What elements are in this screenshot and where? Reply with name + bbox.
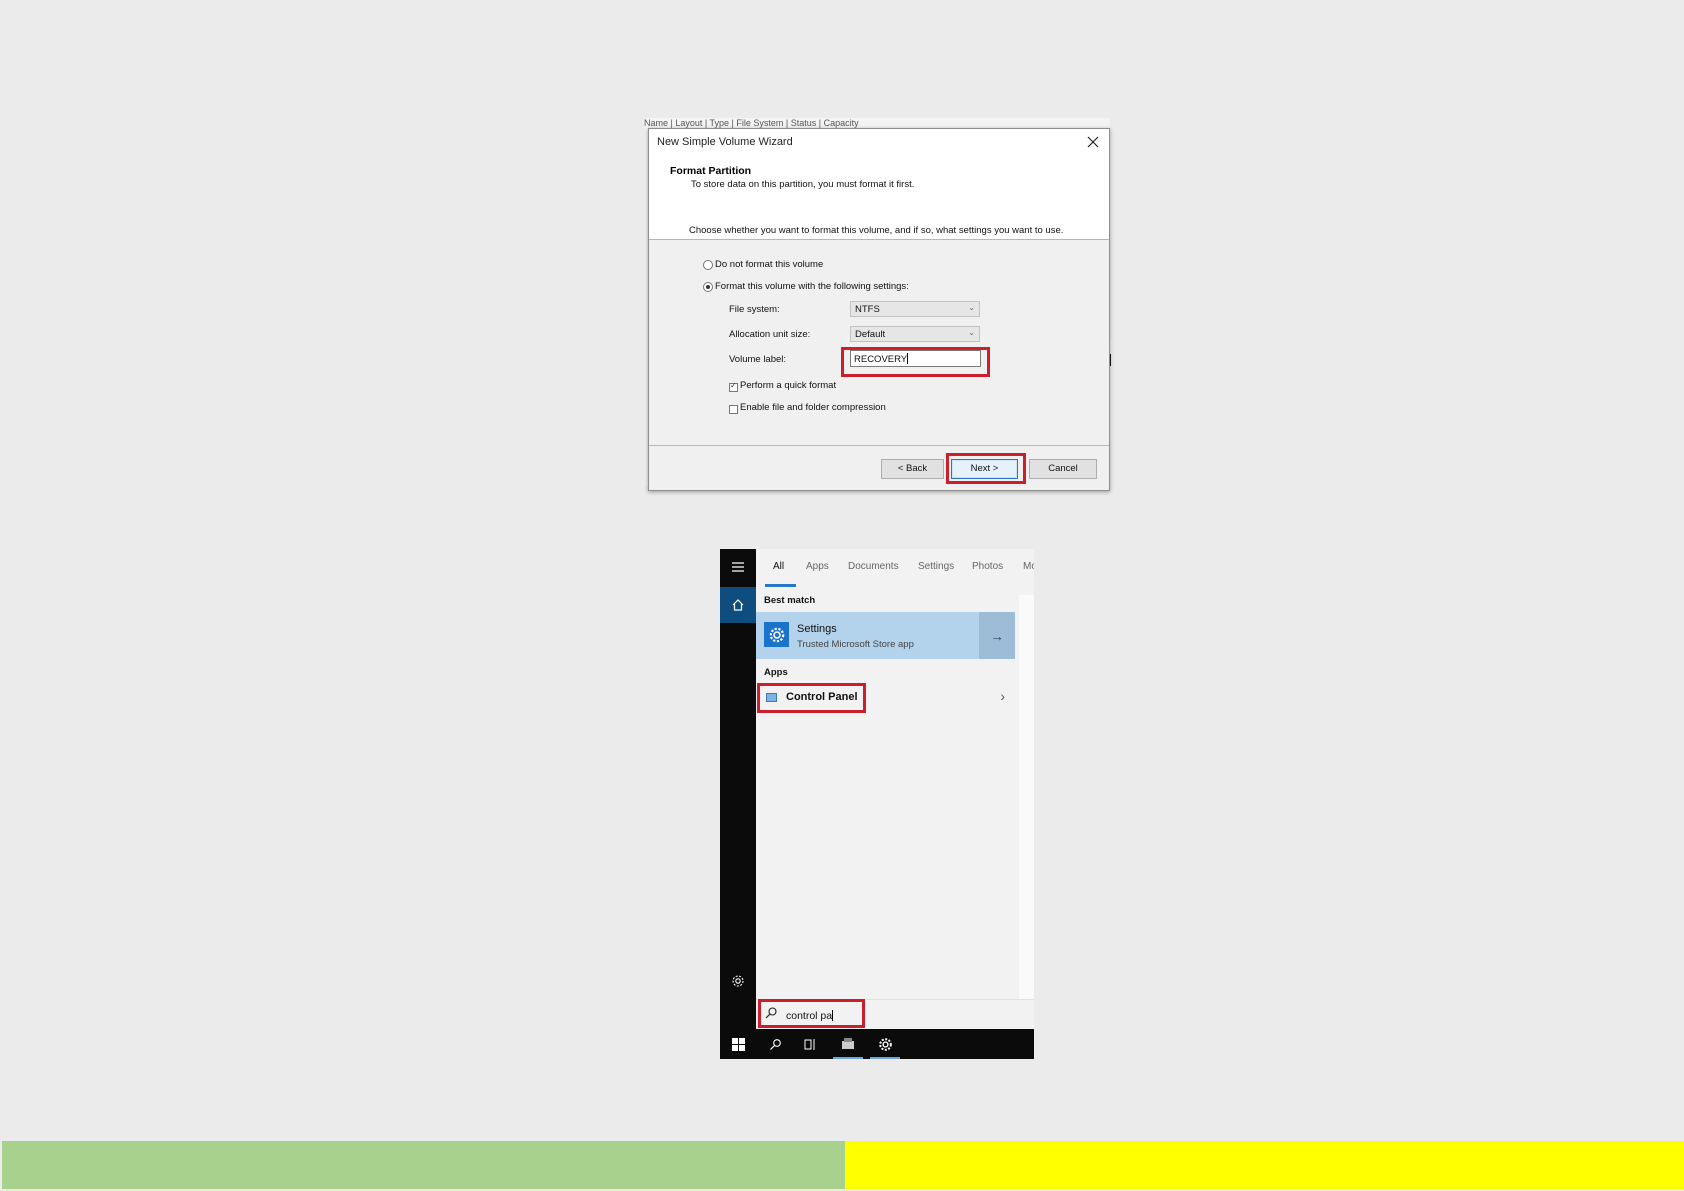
- highlight-control-panel: [757, 683, 866, 713]
- tab-documents[interactable]: Documents: [848, 561, 899, 572]
- store-app-icon[interactable]: [833, 1029, 863, 1059]
- allocation-unit-value: Default: [855, 329, 886, 340]
- background-window-header: Name | Layout | Type | File System | Sta…: [644, 118, 1110, 128]
- hamburger-menu-icon[interactable]: [720, 549, 756, 585]
- best-match-name: Settings: [797, 623, 837, 635]
- footer-divider: [649, 445, 1109, 446]
- start-search-panel: All Apps Documents Settings Photos Mo Be…: [720, 549, 1034, 1059]
- home-icon[interactable]: [720, 587, 756, 623]
- file-system-label: File system:: [729, 304, 780, 315]
- chevron-down-icon: ⌄: [968, 303, 975, 312]
- tab-photos[interactable]: Photos: [972, 561, 1003, 572]
- quick-format-checkbox[interactable]: ✓: [729, 381, 738, 392]
- taskbar-search-icon[interactable]: [760, 1029, 790, 1059]
- start-rail: [720, 549, 756, 1029]
- best-match-heading: Best match: [764, 595, 816, 606]
- dialog-title: New Simple Volume Wizard: [657, 136, 793, 148]
- highlight-next-button: [946, 453, 1026, 484]
- gear-icon[interactable]: [720, 963, 756, 999]
- radio-format-volume-label[interactable]: Format this volume with the following se…: [715, 281, 909, 292]
- search-results: Best match Settings Trusted Microsoft St…: [756, 587, 1034, 999]
- allocation-unit-select[interactable]: Default ⌄: [850, 326, 980, 342]
- apps-heading: Apps: [764, 667, 788, 678]
- cancel-button[interactable]: Cancel: [1029, 459, 1097, 479]
- instruction-text: Choose whether you want to format this v…: [689, 225, 1064, 236]
- background-window-header-text: Name | Layout | Type | File System | Sta…: [644, 118, 859, 128]
- chevron-down-icon: ⌄: [968, 328, 975, 337]
- back-button[interactable]: < Back: [881, 459, 944, 479]
- chevron-right-icon[interactable]: ›: [1000, 688, 1005, 704]
- close-icon[interactable]: [1083, 132, 1103, 152]
- best-match-settings[interactable]: Settings Trusted Microsoft Store app →: [756, 612, 1015, 659]
- search-filter-tabs: All Apps Documents Settings Photos Mo: [756, 549, 1034, 588]
- tab-apps[interactable]: Apps: [806, 561, 829, 572]
- page-subtitle: To store data on this partition, you mus…: [691, 179, 915, 190]
- tab-all[interactable]: All: [773, 561, 784, 572]
- settings-app-active-indicator: [870, 1057, 900, 1059]
- tab-settings[interactable]: Settings: [918, 561, 954, 572]
- new-simple-volume-wizard: New Simple Volume Wizard Format Partitio…: [648, 128, 1110, 491]
- preview-pane: [1019, 595, 1034, 999]
- file-system-value: NTFS: [855, 304, 880, 315]
- radio-format-volume[interactable]: [703, 282, 713, 292]
- file-system-select[interactable]: NTFS ⌄: [850, 301, 980, 317]
- arrow-right-icon[interactable]: →: [979, 612, 1015, 659]
- bottom-bar-left: [2, 1141, 845, 1189]
- compression-label[interactable]: Enable file and folder compression: [740, 402, 886, 413]
- radio-do-not-format-label[interactable]: Do not format this volume: [715, 259, 823, 270]
- page-title: Format Partition: [670, 165, 752, 177]
- settings-app-icon[interactable]: [870, 1029, 900, 1059]
- bottom-bar-right: [845, 1141, 1684, 1189]
- compression-checkbox[interactable]: [729, 405, 738, 414]
- allocation-unit-label: Allocation unit size:: [729, 329, 811, 340]
- windows-start-icon[interactable]: [723, 1029, 753, 1059]
- volume-label-label: Volume label:: [729, 354, 787, 365]
- store-app-active-indicator: [833, 1057, 863, 1059]
- task-view-icon[interactable]: [795, 1029, 825, 1059]
- highlight-volume-label: [841, 347, 990, 377]
- best-match-subtitle: Trusted Microsoft Store app: [797, 639, 914, 650]
- dialog-titlebar: New Simple Volume Wizard: [649, 129, 1109, 155]
- quick-format-label[interactable]: Perform a quick format: [740, 380, 836, 391]
- settings-gear-icon: [764, 622, 789, 647]
- highlight-search-box: [758, 999, 865, 1028]
- radio-do-not-format[interactable]: [703, 260, 713, 270]
- tab-more[interactable]: Mo: [1023, 561, 1034, 572]
- taskbar: [720, 1029, 1034, 1059]
